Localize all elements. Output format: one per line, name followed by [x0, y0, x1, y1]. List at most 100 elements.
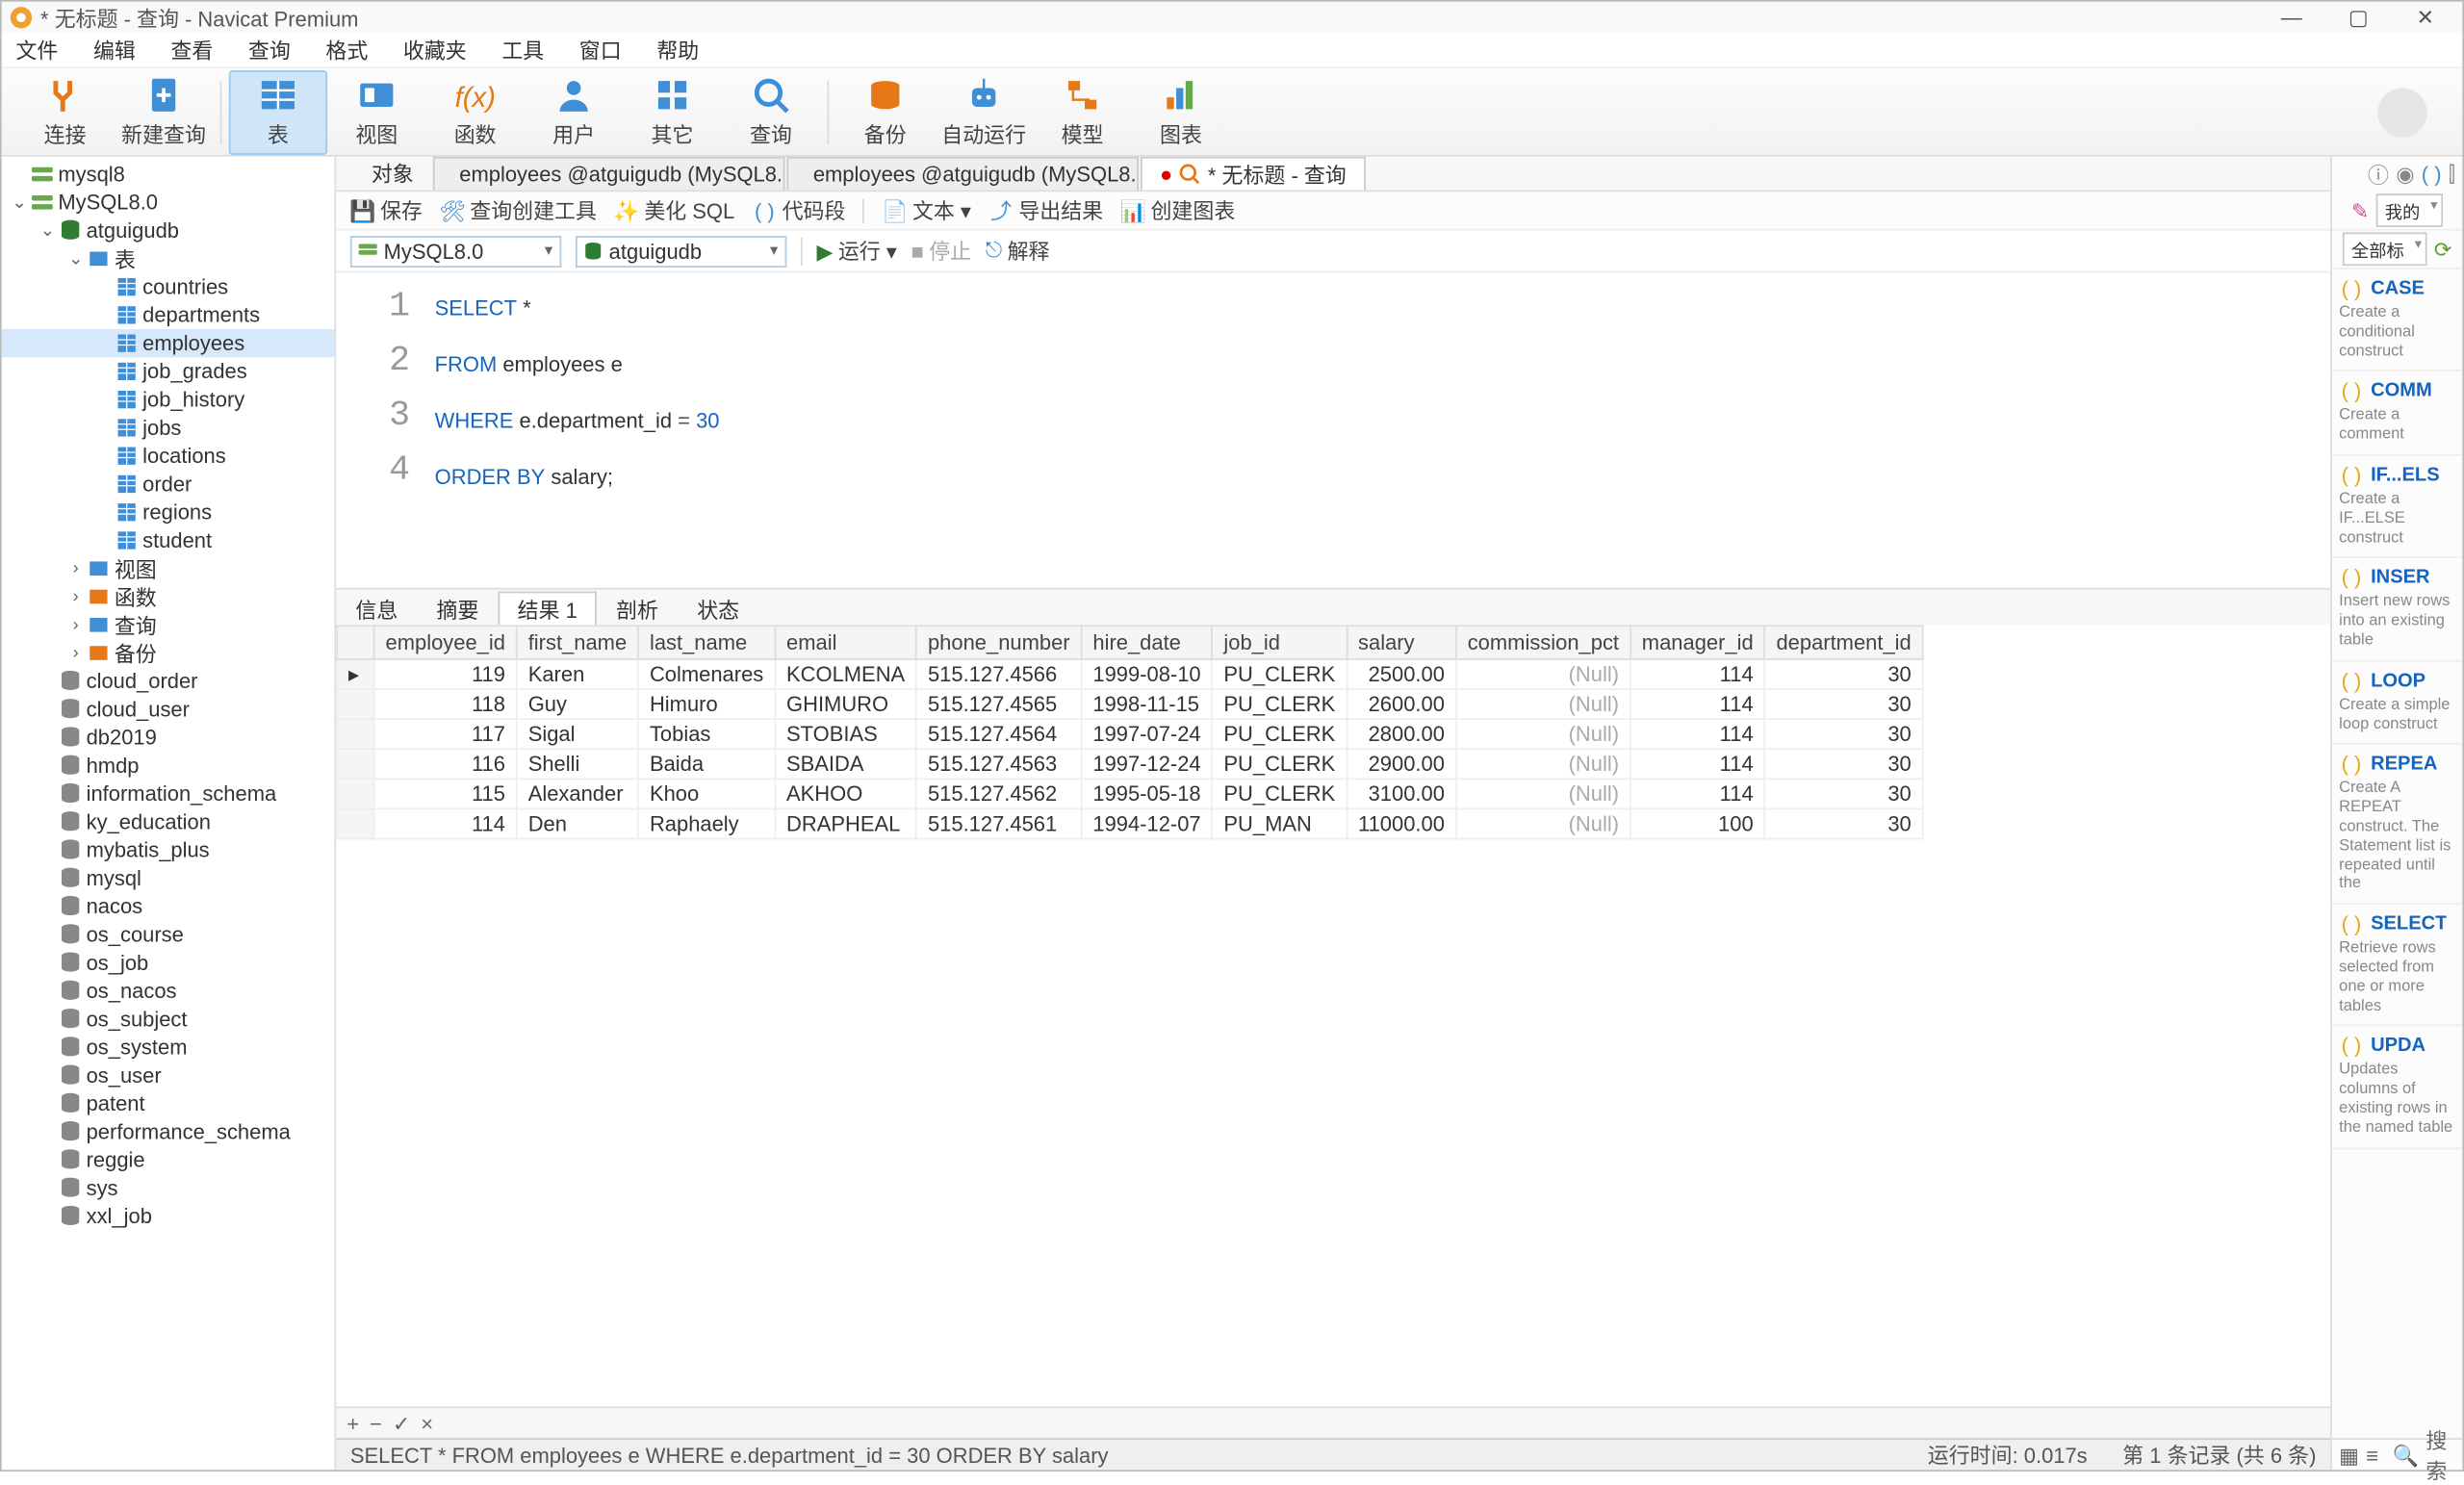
- tree-patent[interactable]: patent: [2, 1089, 335, 1117]
- tree-mysql[interactable]: mysql: [2, 864, 335, 892]
- connection-tree[interactable]: mysql8⌄MySQL8.0⌄atguigudb⌄表countriesdepa…: [2, 157, 336, 1470]
- menu-帮助[interactable]: 帮助: [656, 34, 699, 67]
- grid-icon[interactable]: ▦: [2339, 1443, 2359, 1468]
- col-first_name[interactable]: first_name: [517, 626, 638, 659]
- tree-os_subject[interactable]: os_subject: [2, 1005, 335, 1033]
- toolbar-plug[interactable]: 连接: [15, 69, 114, 154]
- col-commission_pct[interactable]: commission_pct: [1456, 626, 1630, 659]
- result-grid[interactable]: employee_idfirst_namelast_nameemailphone…: [336, 625, 2330, 1406]
- database-combo[interactable]: atguigudb: [576, 235, 786, 267]
- minimize-button[interactable]: —: [2279, 5, 2304, 30]
- editor-code[interactable]: SELECT * FROM employees e WHERE e.depart…: [424, 272, 2330, 587]
- tree-order[interactable]: order: [2, 470, 335, 498]
- snippet-REPEA[interactable]: ( )REPEACreate A REPEAT construct. The S…: [2332, 745, 2462, 905]
- snippet-SELECT[interactable]: ( )SELECTRetrieve rows selected from one…: [2332, 905, 2462, 1027]
- col-email[interactable]: email: [775, 626, 916, 659]
- snippet-COMM[interactable]: ( )COMMCreate a comment: [2332, 372, 2462, 456]
- tree-MySQL8.0[interactable]: ⌄MySQL8.0: [2, 189, 335, 217]
- toolbar-model[interactable]: 模型: [1033, 69, 1131, 154]
- table-row[interactable]: 115AlexanderKhooAKHOO515.127.45621995-05…: [337, 779, 1922, 808]
- menu-查询[interactable]: 查询: [248, 34, 291, 67]
- tree-regions[interactable]: regions: [2, 499, 335, 526]
- info-icon[interactable]: ⓘ: [2368, 160, 2389, 190]
- subtool-tool[interactable]: 🛠查询创建工具: [440, 195, 597, 225]
- explain-button[interactable]: ⎋解释: [986, 236, 1050, 266]
- tree-os_user[interactable]: os_user: [2, 1062, 335, 1089]
- result-tab-摘要[interactable]: 摘要: [417, 592, 498, 626]
- sql-editor[interactable]: 1234 SELECT * FROM employees e WHERE e.d…: [336, 272, 2330, 589]
- col-hire_date[interactable]: hire_date: [1081, 626, 1212, 659]
- my-snippets-combo[interactable]: 我的: [2376, 193, 2443, 227]
- snippet-UPDA[interactable]: ( )UPDAUpdates columns of existing rows …: [2332, 1027, 2462, 1149]
- tree-job_grades[interactable]: job_grades: [2, 357, 335, 385]
- subtool-wand[interactable]: ✨美化 SQL: [614, 195, 734, 225]
- grid-op[interactable]: ×: [421, 1411, 433, 1436]
- toolbar-backup[interactable]: 备份: [836, 69, 935, 154]
- tree-函数[interactable]: ›函数: [2, 582, 335, 610]
- tab[interactable]: employees @atguigudb (MySQL8.0...: [433, 157, 785, 191]
- toolbar-query[interactable]: 查询: [722, 69, 820, 154]
- result-tab-结果 1[interactable]: 结果 1: [499, 592, 597, 626]
- tree-student[interactable]: student: [2, 526, 335, 554]
- tree-os_job[interactable]: os_job: [2, 949, 335, 977]
- toolbar-chart[interactable]: 图表: [1132, 69, 1230, 154]
- all-tags-combo[interactable]: 全部标: [2343, 232, 2427, 266]
- table-row[interactable]: 117SigalTobiasSTOBIAS515.127.45641997-07…: [337, 719, 1922, 749]
- tree-备份[interactable]: ›备份: [2, 639, 335, 667]
- tree-cloud_order[interactable]: cloud_order: [2, 667, 335, 695]
- tree-employees[interactable]: employees: [2, 329, 335, 357]
- menu-查看[interactable]: 查看: [170, 34, 213, 67]
- user-avatar[interactable]: [2377, 88, 2426, 137]
- run-button[interactable]: ▶运行 ▾: [816, 236, 896, 266]
- snippet-IF...ELS[interactable]: ( )IF...ELSCreate a IF...ELSE construct: [2332, 456, 2462, 559]
- tree-xxl_job[interactable]: xxl_job: [2, 1202, 335, 1230]
- menu-收藏夹[interactable]: 收藏夹: [403, 34, 467, 67]
- subtool-txt[interactable]: 📄文本 ▾: [883, 195, 971, 225]
- snippet-INSER[interactable]: ( )INSERInsert new rows into an existing…: [2332, 558, 2462, 661]
- tree-jobs[interactable]: jobs: [2, 414, 335, 442]
- tree-mybatis_plus[interactable]: mybatis_plus: [2, 836, 335, 864]
- tree-performance_schema[interactable]: performance_schema: [2, 1117, 335, 1145]
- tree-information_schema[interactable]: information_schema: [2, 780, 335, 807]
- result-tab-信息[interactable]: 信息: [336, 592, 417, 626]
- col-employee_id[interactable]: employee_id: [374, 626, 517, 659]
- tree-db2019[interactable]: db2019: [2, 724, 335, 752]
- toolbar-plus-doc[interactable]: 新建查询: [115, 69, 213, 154]
- col-department_id[interactable]: department_id: [1765, 626, 1923, 659]
- menu-工具[interactable]: 工具: [501, 34, 544, 67]
- list-icon[interactable]: ≡: [2366, 1443, 2378, 1468]
- braces-icon[interactable]: ( ): [2422, 162, 2442, 187]
- toolbar-user[interactable]: 用户: [525, 69, 623, 154]
- col-salary[interactable]: salary: [1347, 626, 1456, 659]
- stop-button[interactable]: ■停止: [911, 236, 971, 266]
- tree-departments[interactable]: departments: [2, 301, 335, 329]
- maximize-button[interactable]: ▢: [2346, 5, 2371, 30]
- subtool-export[interactable]: ⤴导出结果: [988, 195, 1103, 225]
- menu-窗口[interactable]: 窗口: [579, 34, 622, 67]
- tree-os_system[interactable]: os_system: [2, 1034, 335, 1062]
- result-tab-状态[interactable]: 状态: [678, 592, 758, 626]
- col-manager_id[interactable]: manager_id: [1630, 626, 1765, 659]
- tree-查询[interactable]: ›查询: [2, 611, 335, 639]
- result-tab-剖析[interactable]: 剖析: [597, 592, 678, 626]
- tree-nacos[interactable]: nacos: [2, 892, 335, 920]
- tree-hmdp[interactable]: hmdp: [2, 752, 335, 780]
- tree-视图[interactable]: ›视图: [2, 554, 335, 582]
- col-last_name[interactable]: last_name: [638, 626, 775, 659]
- tab[interactable]: employees @atguigudb (MySQL8.0...: [786, 157, 1139, 191]
- tree-cloud_user[interactable]: cloud_user: [2, 695, 335, 723]
- tab[interactable]: 对象: [354, 157, 431, 191]
- tree-sys[interactable]: sys: [2, 1174, 335, 1202]
- panel-toggle-icon[interactable]: ⫿: [2449, 161, 2455, 187]
- subtool-braces[interactable]: ( )代码段: [753, 195, 846, 225]
- snippet-LOOP[interactable]: ( )LOOPCreate a simple loop construct: [2332, 661, 2462, 745]
- toolbar-fx[interactable]: f(x)函数: [426, 69, 525, 154]
- tree-os_course[interactable]: os_course: [2, 921, 335, 949]
- menu-格式[interactable]: 格式: [325, 34, 368, 67]
- toolbar-view[interactable]: 视图: [327, 69, 425, 154]
- gear-icon[interactable]: ◉: [2396, 162, 2414, 187]
- table-row[interactable]: 114DenRaphaelyDRAPHEAL515.127.45611994-1…: [337, 808, 1922, 838]
- tree-countries[interactable]: countries: [2, 272, 335, 300]
- connection-combo[interactable]: MySQL8.0: [350, 235, 561, 267]
- grid-op[interactable]: −: [370, 1411, 382, 1436]
